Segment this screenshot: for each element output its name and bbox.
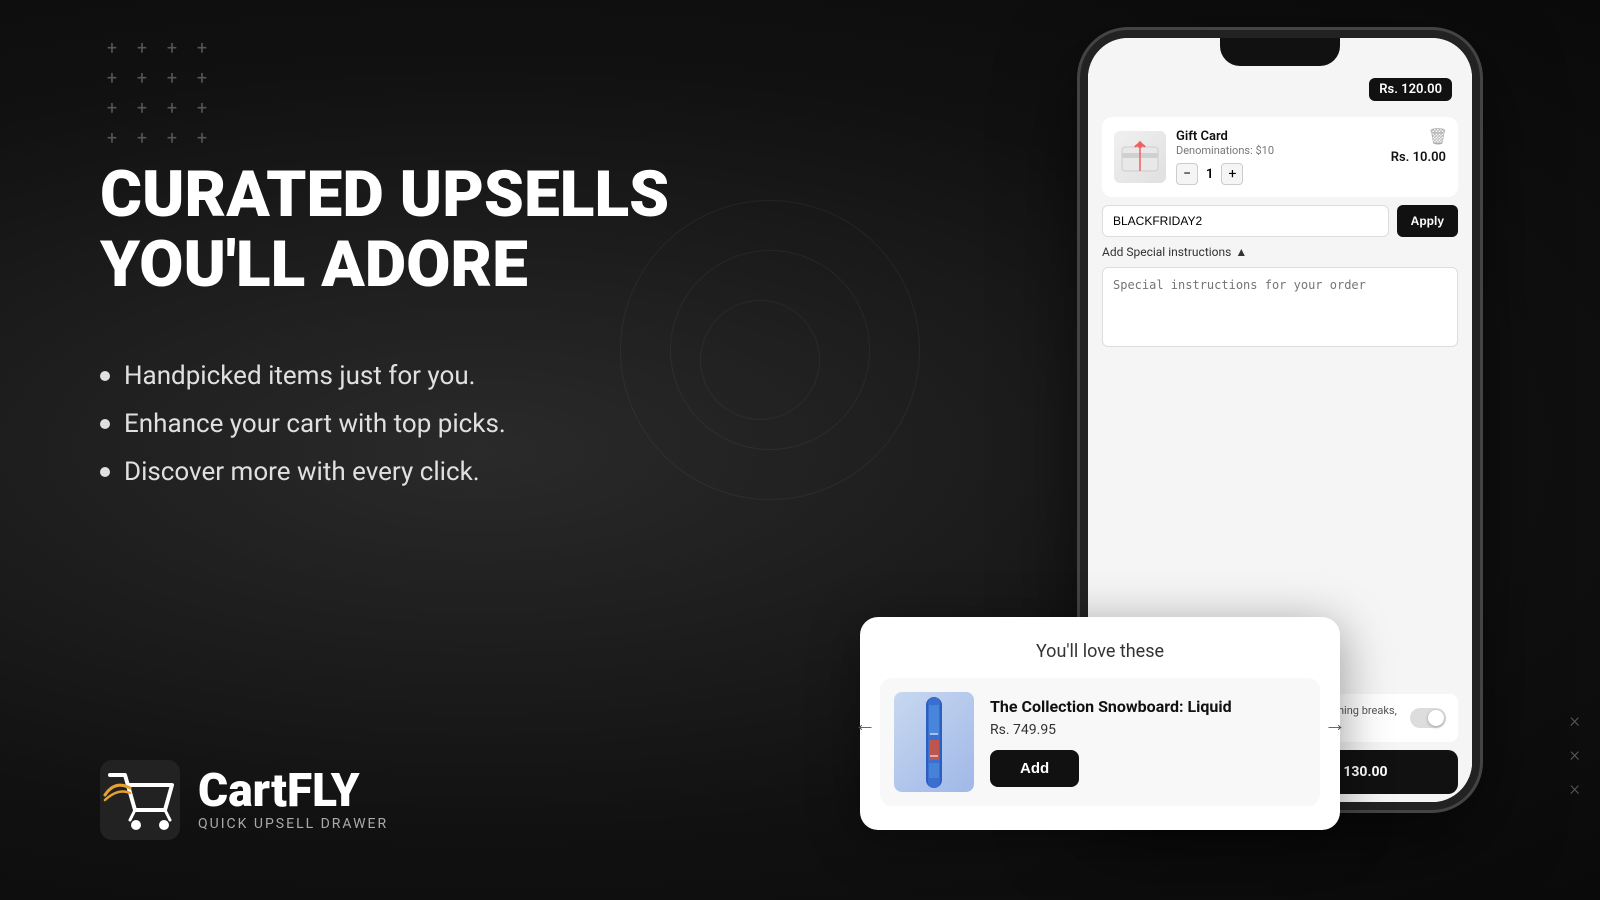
upsell-nav-prev-button[interactable]: ← bbox=[854, 711, 876, 737]
cart-item-price: Rs. 10.00 bbox=[1391, 150, 1446, 165]
headline: CURATED UPSELLS YOU'LL ADORE bbox=[100, 160, 700, 301]
qty-value: 1 bbox=[1206, 167, 1213, 182]
upsell-product-name: The Collection Snowboard: Liquid bbox=[990, 697, 1306, 716]
upsell-card: ← → You'll love these The Collection Sno… bbox=[860, 617, 1340, 830]
decorative-plus-grid: ++++ ++++ ++++ ++++ bbox=[100, 36, 214, 150]
special-instructions-textarea[interactable] bbox=[1102, 267, 1458, 347]
upsell-product-image bbox=[894, 692, 974, 792]
cart-item: Gift Card Denominations: $10 − 1 + Rs. 1… bbox=[1102, 117, 1458, 197]
bullet-dot bbox=[100, 419, 110, 429]
logo-area: CartFLY QUICK UPSELL DRAWER bbox=[100, 760, 388, 840]
phone-notch bbox=[1220, 38, 1340, 66]
upsell-title: You'll love these bbox=[880, 641, 1320, 662]
left-content: CURATED UPSELLS YOU'LL ADORE Handpicked … bbox=[100, 160, 700, 567]
upsell-nav-next-button[interactable]: → bbox=[1324, 711, 1346, 737]
chevron-up-icon: ▲ bbox=[1235, 245, 1247, 259]
x-mark-2: × bbox=[1570, 742, 1580, 766]
cart-item-info: Gift Card Denominations: $10 − 1 + bbox=[1176, 129, 1381, 185]
insurance-toggle[interactable] bbox=[1410, 708, 1446, 728]
cart-item-image bbox=[1114, 131, 1166, 183]
coupon-input[interactable] bbox=[1102, 205, 1389, 237]
deco-circle-3 bbox=[700, 300, 820, 420]
list-item: Discover more with every click. bbox=[100, 457, 700, 487]
cart-item-qty-row: − 1 + bbox=[1176, 163, 1381, 185]
phone-header: Rs. 120.00 bbox=[1088, 74, 1472, 109]
upsell-product-price: Rs. 749.95 bbox=[990, 722, 1306, 738]
cart-item-name: Gift Card bbox=[1176, 129, 1381, 144]
upsell-product-info: The Collection Snowboard: Liquid Rs. 749… bbox=[990, 697, 1306, 787]
cart-item-delete-button[interactable]: 🗑 bbox=[1428, 127, 1448, 146]
qty-increase-button[interactable]: + bbox=[1221, 163, 1243, 185]
qty-decrease-button[interactable]: − bbox=[1176, 163, 1198, 185]
coupon-apply-button[interactable]: Apply bbox=[1397, 205, 1458, 237]
cart-item-denomination: Denominations: $10 bbox=[1176, 144, 1381, 157]
x-mark-1: × bbox=[1570, 708, 1580, 732]
x-mark-3: × bbox=[1570, 776, 1580, 800]
bullet-dot bbox=[100, 467, 110, 477]
upsell-product: The Collection Snowboard: Liquid Rs. 749… bbox=[880, 678, 1320, 806]
cartfly-logo-icon bbox=[100, 760, 180, 840]
logo-brand: CartFLY bbox=[198, 768, 388, 814]
upsell-add-button[interactable]: Add bbox=[990, 750, 1079, 787]
list-item: Enhance your cart with top picks. bbox=[100, 409, 700, 439]
coupon-row: Apply bbox=[1102, 205, 1458, 237]
logo-tagline: QUICK UPSELL DRAWER bbox=[198, 816, 388, 832]
feature-list: Handpicked items just for you. Enhance y… bbox=[100, 361, 700, 487]
total-price-badge: Rs. 120.00 bbox=[1369, 78, 1452, 101]
right-content: Rs. 120.00 Gift Card Denomination bbox=[860, 30, 1540, 870]
special-instructions-wrap bbox=[1102, 267, 1458, 351]
list-item: Handpicked items just for you. bbox=[100, 361, 700, 391]
headline-line1: CURATED UPSELLS bbox=[100, 160, 700, 230]
special-instructions-toggle[interactable]: Add Special instructions ▲ bbox=[1102, 245, 1458, 259]
bullet-dot bbox=[100, 371, 110, 381]
decorative-x-marks: × × × bbox=[1570, 708, 1580, 800]
headline-line2: YOU'LL ADORE bbox=[100, 230, 700, 300]
logo-text: CartFLY QUICK UPSELL DRAWER bbox=[198, 768, 388, 832]
